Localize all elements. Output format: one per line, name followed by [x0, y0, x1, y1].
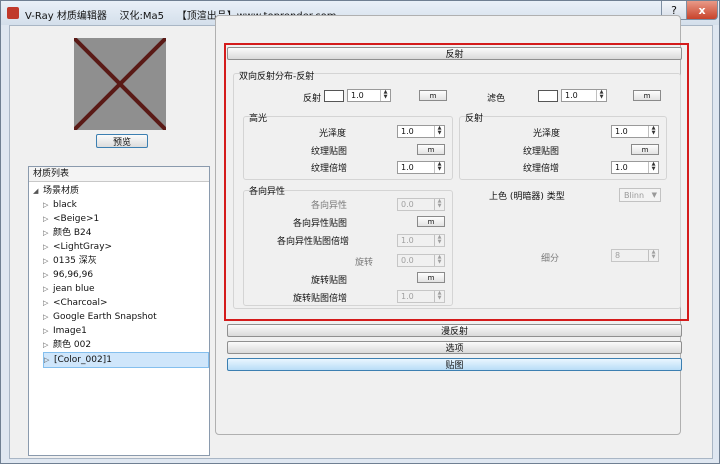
list-item[interactable]: ▷ Image1 [43, 324, 87, 338]
highlight-annotation-frame [224, 43, 689, 321]
list-item[interactable]: ▷ 0135 深灰 [43, 254, 97, 268]
tree-root-label: 场景材质 [43, 186, 80, 196]
list-item-label: 颜色 002 [53, 340, 92, 350]
list-item-label: Google Earth Snapshot [53, 312, 157, 322]
list-item[interactable]: ▷ jean blue [43, 282, 95, 296]
preview-button[interactable]: 预览 [96, 134, 148, 148]
list-item[interactable]: ▷ black [43, 198, 77, 212]
tree-collapsed-icon[interactable]: ▷ [43, 240, 53, 254]
tree-root-scene-materials[interactable]: ◢ 场景材质 [33, 184, 79, 198]
tree-collapsed-icon[interactable]: ▷ [43, 282, 53, 296]
tree-collapsed-icon[interactable]: ▷ [43, 212, 53, 226]
tree-collapsed-icon[interactable]: ▷ [43, 268, 53, 282]
material-list: 材质列表 ◢ 场景材质 ▷ black ▷ <Beige>1 ▷ 颜色 B24 ▷ <Li… [28, 166, 210, 456]
list-item-label: 颜色 B24 [53, 228, 92, 238]
tree-collapsed-icon[interactable]: ▷ [43, 310, 53, 324]
list-item-label: 96,96,96 [53, 270, 94, 280]
tree-collapsed-icon[interactable]: ▷ [44, 353, 54, 367]
list-item-label: <LightGray> [53, 242, 113, 252]
list-item[interactable]: ▷ 颜色 B24 [43, 226, 92, 240]
list-item[interactable]: ▷ <Charcoal> [43, 296, 108, 310]
vray-app-icon [7, 7, 19, 19]
list-item-label: <Charcoal> [53, 298, 108, 308]
list-item[interactable]: ▷ Google Earth Snapshot [43, 310, 157, 324]
left-pane: 预览 材质列表 ◢ 场景材质 ▷ black ▷ <Beige>1 ▷ 颜色 B24 ▷… [16, 26, 216, 456]
list-item[interactable]: ▷ 96,96,96 [43, 268, 93, 282]
list-item-label: <Beige>1 [53, 214, 100, 224]
list-item-label: Image1 [53, 326, 87, 336]
tree-collapsed-icon[interactable]: ▷ [43, 296, 53, 310]
tree-collapsed-icon[interactable]: ▷ [43, 338, 53, 352]
list-item-label: 0135 深灰 [53, 256, 97, 266]
section-maps-button[interactable]: 贴图 [227, 358, 682, 371]
tree-collapsed-icon[interactable]: ▷ [43, 254, 53, 268]
list-item-selected[interactable]: ▷ [Color_002]1 [43, 352, 209, 368]
section-diffuse-button[interactable]: 漫反射 [227, 324, 682, 337]
list-item-label: jean blue [53, 284, 95, 294]
tree-collapsed-icon[interactable]: ▷ [43, 324, 53, 338]
close-button[interactable]: x [686, 1, 718, 20]
tree-collapsed-icon[interactable]: ▷ [43, 226, 53, 240]
tree-expanded-icon[interactable]: ◢ [33, 184, 43, 198]
app-window: V-Ray 材质编辑器 汉化:Ma5 【顶渲出品】www.toprender.c… [0, 0, 720, 464]
tree-collapsed-icon[interactable]: ▷ [43, 198, 53, 212]
list-item[interactable]: ▷ 颜色 002 [43, 338, 91, 352]
list-item[interactable]: ▷ <Beige>1 [43, 212, 99, 226]
material-list-header: 材质列表 [29, 167, 209, 182]
list-item[interactable]: ▷ <LightGray> [43, 240, 112, 254]
preview-cross-image [74, 38, 166, 130]
material-preview [74, 38, 166, 130]
list-item-label: black [53, 200, 77, 210]
list-item-label: [Color_002]1 [54, 355, 112, 365]
section-options-button[interactable]: 选项 [227, 341, 682, 354]
